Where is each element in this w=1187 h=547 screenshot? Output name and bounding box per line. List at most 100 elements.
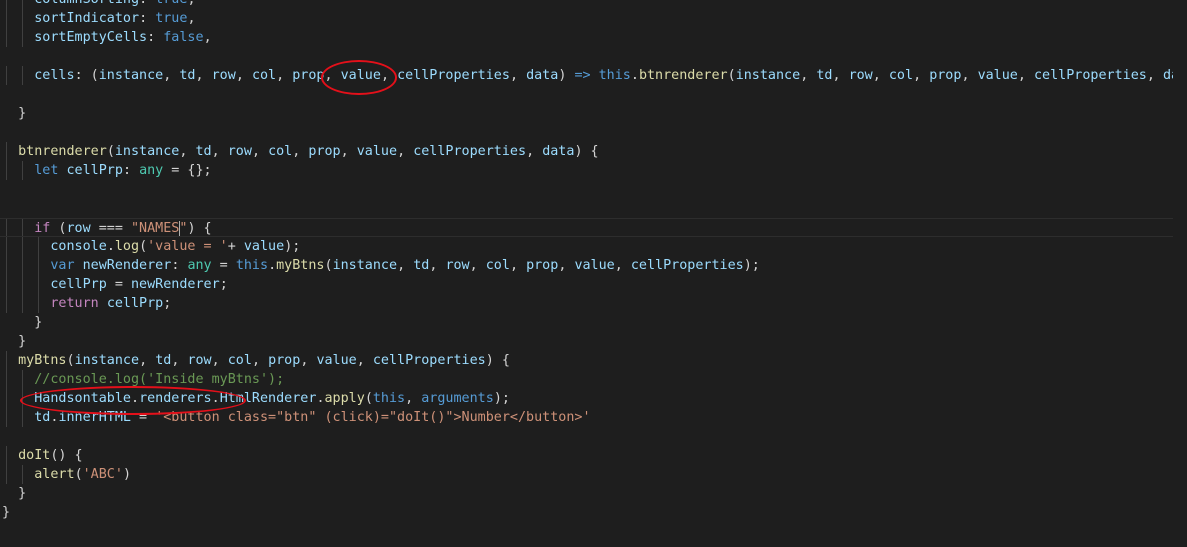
code-token: ; xyxy=(219,277,228,292)
code-token: cellPrp xyxy=(50,277,107,292)
code-token: value xyxy=(340,68,381,83)
code-text: cells: (instance, td, row, col, prop, va… xyxy=(2,66,1187,85)
code-line[interactable]: sortIndicator: true, xyxy=(0,9,1187,28)
code-line[interactable]: cells: (instance, td, row, col, prop, va… xyxy=(0,66,1187,85)
code-line[interactable]: Handsontable.renderers.HtmlRenderer.appl… xyxy=(0,389,1187,408)
code-line[interactable]: console.log('value = '+ value); xyxy=(0,237,1187,256)
code-token: "NAMES xyxy=(131,221,180,236)
code-line[interactable]: btnrenderer(instance, td, row, col, prop… xyxy=(0,142,1187,161)
code-line[interactable]: //console.log('Inside myBtns'); xyxy=(0,370,1187,389)
code-line[interactable]: if (row === "NAMES") { xyxy=(0,218,1187,237)
code-line[interactable]: columnSorting: true, xyxy=(0,0,1187,9)
code-token: 'ABC' xyxy=(82,467,123,482)
code-text: if (row === "NAMES") { xyxy=(2,219,212,238)
code-token: : xyxy=(147,30,164,45)
code-token: cellPrp xyxy=(66,163,123,178)
code-token: ; xyxy=(163,296,172,311)
code-token: cellProperties xyxy=(413,144,527,159)
code-token: this xyxy=(372,391,406,406)
code-token: : xyxy=(139,11,156,26)
code-token: , xyxy=(380,68,398,83)
code-token: row xyxy=(187,353,212,368)
code-token: data xyxy=(542,144,575,159)
code-line[interactable]: alert('ABC') xyxy=(0,465,1187,484)
code-line[interactable]: } xyxy=(0,503,1187,522)
code-line[interactable] xyxy=(0,85,1187,104)
code-token: col xyxy=(227,353,252,368)
code-editor[interactable]: columnSorting: true, sortIndicator: true… xyxy=(0,0,1187,547)
code-line[interactable] xyxy=(0,427,1187,446)
code-token: , xyxy=(179,144,196,159)
code-token: : xyxy=(122,163,140,178)
code-token: renderers xyxy=(139,391,212,406)
code-token: true xyxy=(155,0,187,7)
code-line[interactable]: let cellPrp: any = {}; xyxy=(0,161,1187,180)
code-line[interactable]: var newRenderer: any = this.myBtns(insta… xyxy=(0,256,1187,275)
code-line[interactable]: cellPrp = newRenderer; xyxy=(0,275,1187,294)
code-token: row xyxy=(227,144,252,159)
code-token: col xyxy=(485,258,510,273)
code-token: } xyxy=(2,315,43,330)
code-token: ); xyxy=(284,239,301,254)
code-token: newRenderer xyxy=(131,277,220,292)
code-token: Handsontable xyxy=(34,391,131,406)
code-token: instance xyxy=(735,68,801,83)
code-line[interactable] xyxy=(0,180,1187,199)
code-line[interactable]: sortEmptyCells: false, xyxy=(0,28,1187,47)
code-token: , xyxy=(300,353,317,368)
code-token: === xyxy=(90,221,131,236)
code-token: } xyxy=(2,106,27,121)
code-token: ) { xyxy=(485,353,510,368)
code-token: cellProperties xyxy=(1034,68,1147,83)
code-text: myBtns(instance, td, row, col, prop, val… xyxy=(2,351,510,370)
code-token: if xyxy=(34,221,51,236)
code-text: return cellPrp; xyxy=(2,294,171,313)
code-token: this xyxy=(235,258,269,273)
code-text: //console.log('Inside myBtns'); xyxy=(2,370,284,389)
code-token: row xyxy=(445,258,470,273)
vertical-scrollbar[interactable] xyxy=(1173,0,1187,547)
code-line[interactable] xyxy=(0,199,1187,218)
code-line[interactable] xyxy=(0,47,1187,66)
code-token: value xyxy=(243,239,285,254)
code-token: prop xyxy=(292,68,325,83)
code-token: . xyxy=(131,391,140,406)
code-token: prop xyxy=(308,144,341,159)
code-token: , xyxy=(1017,68,1034,83)
code-line[interactable]: return cellPrp; xyxy=(0,294,1187,313)
code-token: , xyxy=(171,353,188,368)
code-token: , xyxy=(558,258,575,273)
code-token: doIt xyxy=(18,448,51,463)
code-token: apply xyxy=(324,391,365,406)
code-line[interactable]: } xyxy=(0,313,1187,332)
code-line[interactable]: } xyxy=(0,104,1187,123)
code-token: console xyxy=(50,239,107,254)
code-line[interactable]: doIt() { xyxy=(0,446,1187,465)
code-line[interactable]: myBtns(instance, td, row, col, prop, val… xyxy=(0,351,1187,370)
code-token: , xyxy=(276,68,293,83)
code-token: . xyxy=(268,258,277,273)
code-line[interactable]: td.innerHTML = '<button class="btn" (cli… xyxy=(0,408,1187,427)
code-token: ( xyxy=(364,391,373,406)
code-token: , xyxy=(195,68,212,83)
code-token: td xyxy=(179,68,196,83)
code-line[interactable]: } xyxy=(0,332,1187,351)
code-text: Handsontable.renderers.HtmlRenderer.appl… xyxy=(2,389,510,408)
code-token: value xyxy=(574,258,615,273)
code-token: HtmlRenderer xyxy=(219,391,317,406)
code-token: let xyxy=(34,163,59,178)
code-line[interactable] xyxy=(0,123,1187,142)
code-line[interactable]: } xyxy=(0,484,1187,503)
code-token: ( xyxy=(106,144,115,159)
code-token: , xyxy=(211,144,228,159)
code-token: row xyxy=(211,68,236,83)
code-text: } xyxy=(2,503,10,522)
code-token: , xyxy=(1146,68,1163,83)
